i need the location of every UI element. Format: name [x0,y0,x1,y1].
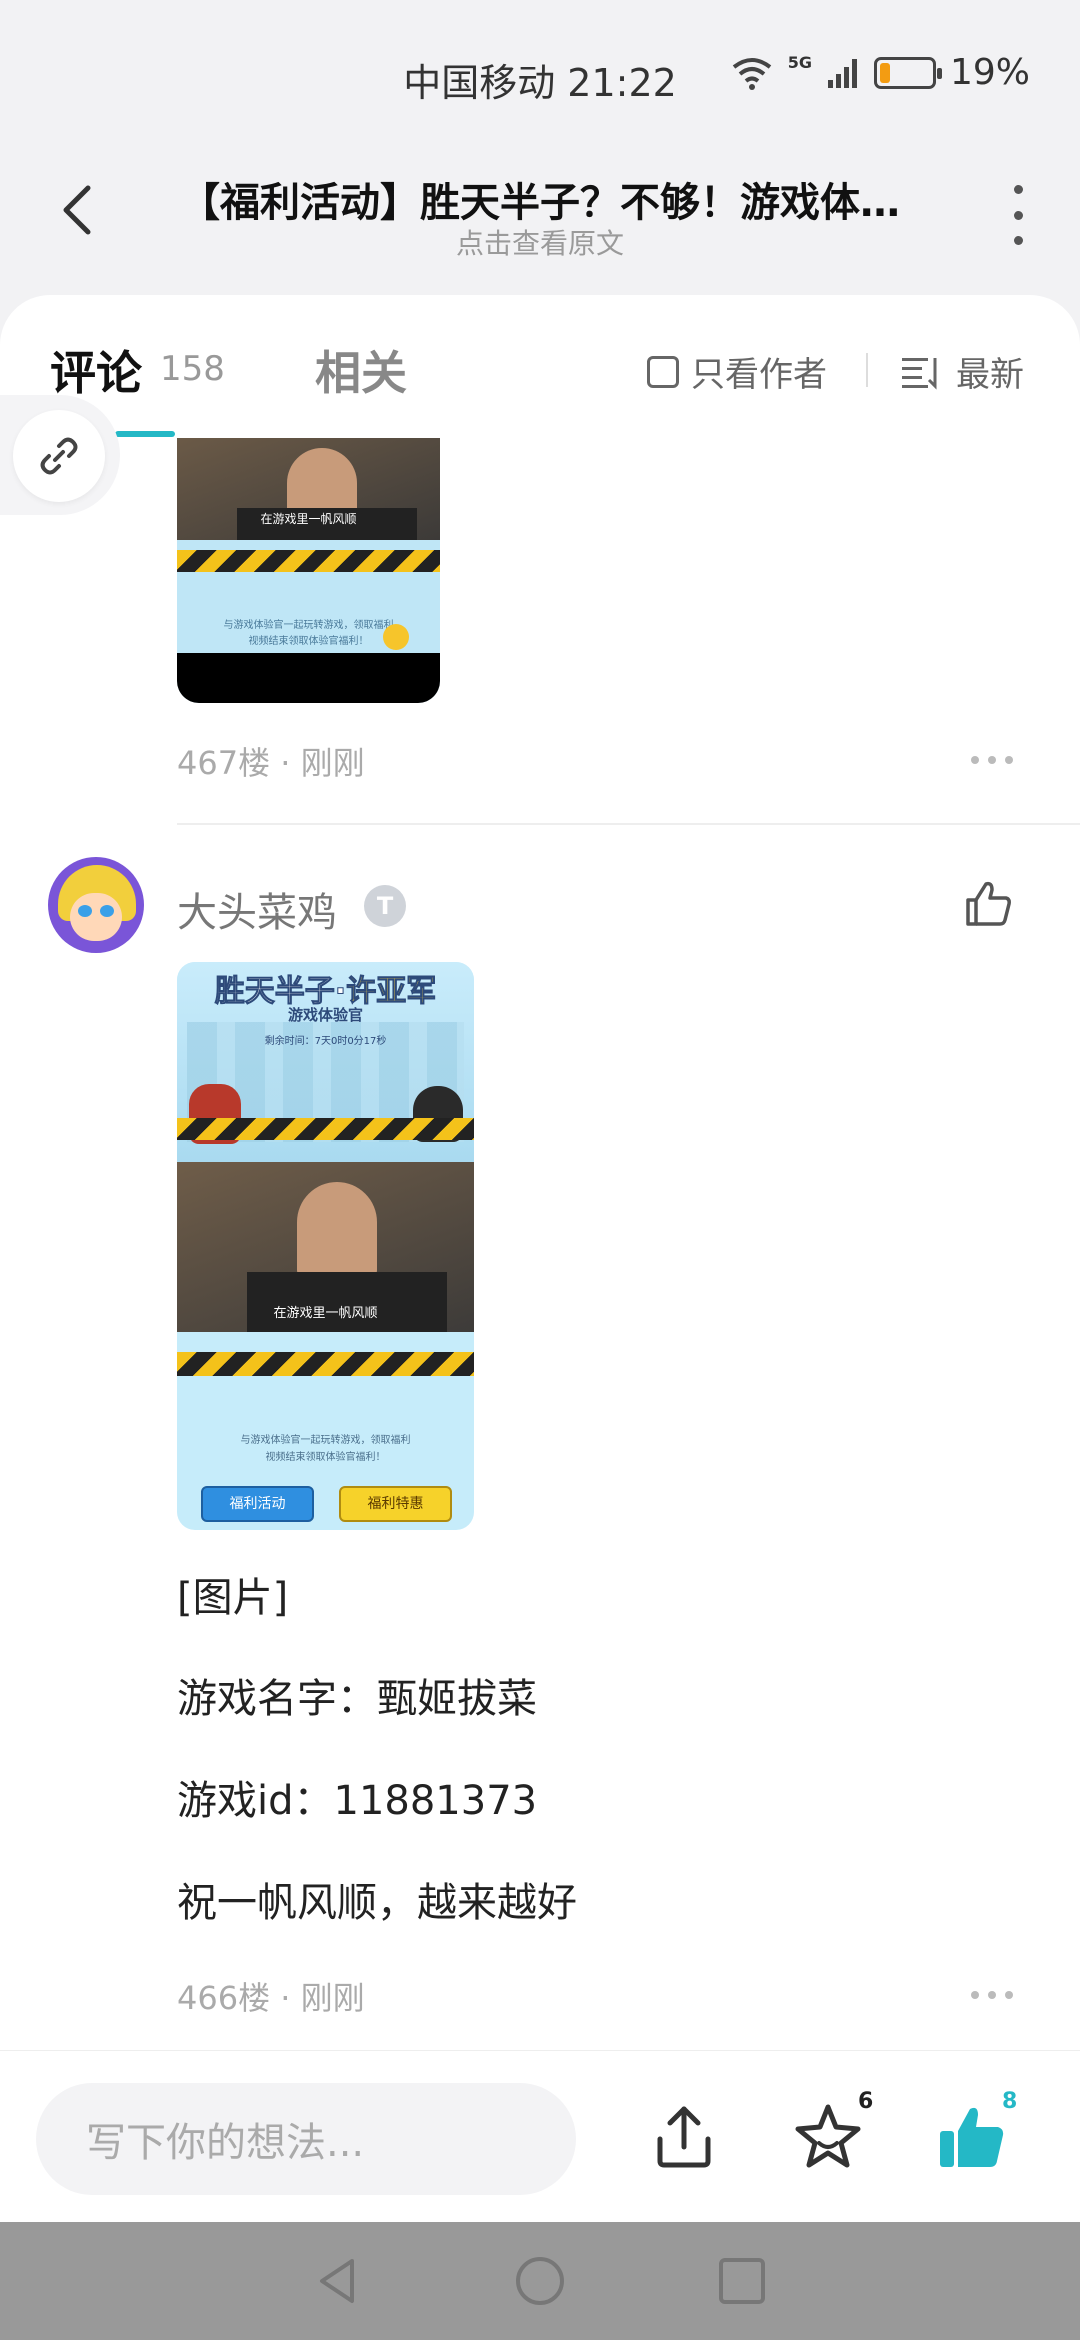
welfare-deal-button: 福利特惠 [339,1486,452,1522]
comment-image[interactable]: 在游戏里一帆风顺 与游戏体验官一起玩转游戏，领取福利 视频结束领取体验官福利！ [177,438,440,703]
author-only-label: 只看作者 [691,355,827,395]
tab-comments[interactable]: 评论 [50,337,142,403]
floor-number: 466楼 [177,1979,271,2017]
divider [866,353,868,387]
favorite-count: 6 [858,2089,874,2114]
like-count: 8 [1002,2089,1018,2114]
nav-home-icon[interactable] [514,2255,566,2307]
comment-divider [177,823,1080,825]
link-icon [40,437,78,475]
comment-text-line: 祝一帆风顺，越来越好 [177,1880,577,1926]
level-badge: T [364,885,406,927]
floor-info: 466楼 · 刚刚 [177,1979,365,2017]
floor-info: 467楼 · 刚刚 [177,744,365,782]
nav-recents-icon[interactable] [716,2255,768,2307]
more-options-icon[interactable] [1006,185,1030,245]
video-still: 在游戏里一帆风顺 [177,1162,474,1332]
active-tab-indicator [115,431,175,437]
thumbs-up-filled-icon[interactable] [934,2099,1010,2175]
video-still: 在游戏里一帆风顺 [177,438,440,540]
status-bar: 中国移动 21:22 5G 19% [0,0,1080,150]
comment-text-line: 游戏id：11881373 [177,1778,538,1824]
nav-back-icon[interactable] [312,2255,364,2307]
comment-input-placeholder: 写下你的想法... [86,2120,365,2166]
page-title[interactable]: 【福利活动】胜天半子？不够！游戏体… [160,170,920,228]
comment-more-icon[interactable] [971,1991,1013,1999]
banner-timer: 剩余时间：7天0时0分17秒 [264,1036,387,1047]
hazard-stripe [177,1118,474,1140]
battery-icon [873,56,942,89]
sort-label: 最新 [956,355,1024,395]
thumbs-up-icon[interactable] [962,878,1014,930]
comment-input[interactable]: 写下你的想法... [36,2083,576,2195]
image-caption: 在游戏里一帆风顺 [273,1306,378,1321]
banner-top: 胜天半子·许亚军 游戏体验官 剩余时间：7天0时0分17秒 [177,962,474,1162]
network-type: 5G [787,53,812,72]
banner-subtitle: 游戏体验官 [287,1006,363,1024]
welfare-activity-button: 福利活动 [201,1486,314,1522]
share-icon[interactable] [646,2099,722,2175]
black-bar [177,653,440,703]
copy-link-button[interactable] [13,410,105,502]
username[interactable]: 大头菜鸡 [177,880,337,938]
image-caption: 在游戏里一帆风顺 [260,512,357,526]
checkbox-icon[interactable] [647,355,679,388]
tab-related[interactable]: 相关 [315,337,407,403]
sort-button[interactable]: 最新 [900,347,1024,396]
duck-icon [383,624,409,650]
comment-text-line: 游戏名字：甄姬拔菜 [177,1676,537,1722]
comments-count: 158 [160,349,225,389]
view-original-link[interactable]: 点击查看原文 [0,222,1080,262]
comment-more-icon[interactable] [971,756,1013,764]
floor-number: 467楼 [177,744,271,782]
comment-image[interactable]: 胜天半子·许亚军 游戏体验官 剩余时间：7天0时0分17秒 在游戏里一帆风顺 与… [177,962,474,1530]
author-only-toggle[interactable]: 只看作者 [647,347,827,396]
system-nav-bar [0,2222,1080,2340]
post-time: 刚刚 [300,1979,365,2017]
avatar[interactable] [48,857,144,953]
hazard-stripe [177,550,440,572]
image-line: 视频结束领取体验官福利！ [265,1452,386,1463]
hazard-stripe [177,1352,474,1376]
battery-percent: 19% [949,52,1030,93]
header: 【福利活动】胜天半子？不够！游戏体… 点击查看原文 [0,150,1080,290]
post-time: 刚刚 [300,744,365,782]
tab-bar: 评论 158 相关 只看作者 最新 [0,295,1080,437]
signal-icon [827,58,857,88]
bottom-action-bar: 写下你的想法... 6 8 [0,2050,1080,2222]
star-icon[interactable] [790,2099,866,2175]
comments-card: 评论 158 相关 只看作者 最新 [0,295,1080,2050]
image-line: 与游戏体验官一起玩转游戏，领取福利 [240,1435,411,1446]
comment-text-line: [图片] [177,1575,289,1621]
wifi-icon [732,57,771,90]
sort-icon [902,357,937,390]
